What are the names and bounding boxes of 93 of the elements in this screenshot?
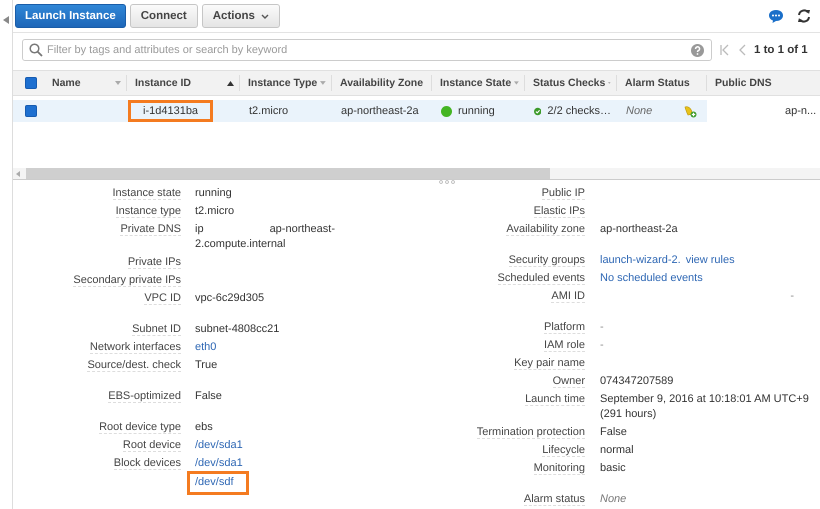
field-value[interactable]: /dev/sda1 bbox=[195, 456, 243, 470]
field-value: - bbox=[790, 288, 794, 304]
field-value: None bbox=[600, 492, 626, 506]
field-value: vpc-6c29d305 bbox=[195, 290, 264, 306]
toolbar-button[interactable]: Connect bbox=[130, 4, 198, 28]
field-label: Subnet ID bbox=[132, 322, 181, 336]
field-label: Instance type bbox=[116, 204, 181, 218]
table-cell: running bbox=[458, 105, 495, 117]
field-value: basic bbox=[600, 460, 626, 476]
column-header[interactable]: Instance State bbox=[440, 77, 512, 89]
field-value: running bbox=[195, 186, 232, 200]
field-value: False bbox=[600, 424, 627, 440]
refresh-icon[interactable] bbox=[796, 8, 812, 24]
field-label: Owner bbox=[552, 374, 585, 388]
field-label: Lifecycle bbox=[542, 444, 585, 456]
table-cell: i-1d4131ba bbox=[128, 100, 214, 122]
field-value: True bbox=[195, 358, 218, 372]
field-label: Source/dest. check bbox=[87, 358, 181, 372]
field-label: VPC ID bbox=[144, 292, 181, 304]
search-icon bbox=[29, 43, 43, 57]
column-header[interactable]: Status Checks bbox=[533, 77, 606, 89]
column-header[interactable]: Instance ID bbox=[135, 77, 192, 89]
field-label: Monitoring bbox=[534, 462, 585, 474]
field-label: Block devices bbox=[114, 456, 181, 470]
field-label: Scheduled events bbox=[498, 272, 585, 284]
table-cell: ap-n... bbox=[785, 105, 816, 117]
field-label: AMI ID bbox=[551, 290, 585, 302]
field-value: 2.compute.internal bbox=[195, 236, 286, 252]
field-value: False bbox=[195, 388, 222, 404]
table-cell: t2.micro bbox=[249, 105, 288, 117]
table-cell: None bbox=[626, 105, 652, 117]
field-value: - bbox=[600, 320, 604, 334]
field-value: t2.micro bbox=[195, 204, 234, 218]
pagination-text: 1 to 1 of 1 bbox=[754, 44, 808, 56]
field-value: - bbox=[600, 338, 604, 352]
help-icon[interactable] bbox=[691, 44, 704, 56]
horizontal-scrollbar[interactable] bbox=[13, 168, 820, 180]
sort-menu-icon[interactable] bbox=[514, 81, 519, 85]
field-label: Root device bbox=[122, 438, 181, 452]
field-value: (291 hours) bbox=[600, 406, 656, 422]
field-label: Platform bbox=[544, 320, 585, 334]
field-label: Availability zone bbox=[506, 222, 585, 236]
field-value: ap-northeast-2a bbox=[600, 222, 678, 236]
table-cell: ap-northeast-2a bbox=[341, 105, 419, 117]
chat-bubble-icon[interactable] bbox=[768, 8, 784, 24]
field-value[interactable]: No scheduled events bbox=[600, 270, 703, 286]
field-label: Network interfaces bbox=[90, 340, 181, 354]
column-header[interactable]: Instance Type bbox=[248, 77, 318, 89]
table-cell: 2/2 checks… bbox=[547, 105, 611, 117]
caret-icon bbox=[260, 14, 269, 18]
field-value[interactable]: /dev/sdf bbox=[187, 470, 249, 494]
field-label: EBS-optimized bbox=[108, 390, 181, 402]
collapse-icon[interactable] bbox=[3, 16, 9, 24]
field-label: Instance state bbox=[112, 186, 181, 200]
field-value: ebs bbox=[195, 420, 213, 434]
field-label: Private IPs bbox=[128, 256, 181, 268]
field-label: Security groups bbox=[508, 254, 585, 266]
column-header[interactable]: Availability Zone bbox=[340, 77, 424, 89]
field-value[interactable]: /dev/sda1 bbox=[195, 438, 243, 452]
column-header[interactable]: Public DNS bbox=[715, 77, 772, 89]
field-label: IAM role bbox=[544, 338, 585, 352]
field-label: Key pair name bbox=[514, 356, 585, 370]
toolbar-button[interactable]: Actions bbox=[202, 4, 280, 28]
field-value: ap-northeast- bbox=[270, 222, 335, 236]
field-value: subnet-4808cc21 bbox=[195, 322, 280, 336]
bell-plus-icon[interactable] bbox=[683, 104, 697, 118]
filter-input[interactable]: Filter by tags and attributes or search by keyword bbox=[47, 44, 687, 56]
field-value: normal bbox=[600, 442, 634, 458]
field-label: Elastic IPs bbox=[534, 204, 585, 218]
resize-handle-icon[interactable] bbox=[438, 180, 454, 184]
field-value[interactable]: launch-wizard-2. bbox=[600, 252, 681, 268]
column-header[interactable]: Name bbox=[52, 77, 81, 89]
column-header[interactable]: Alarm Status bbox=[625, 77, 690, 89]
field-value: September 9, 2016 at 10:18:01 AM UTC+9 bbox=[600, 392, 809, 406]
field-value: ip bbox=[195, 222, 204, 236]
sort-menu-icon[interactable] bbox=[320, 81, 326, 85]
field-label: Public IP bbox=[542, 186, 585, 200]
filter-field[interactable]: Filter by tags and attributes or search by keyword bbox=[22, 39, 712, 61]
field-label: Root device type bbox=[99, 420, 181, 434]
select-all-checkbox[interactable] bbox=[24, 77, 36, 89]
field-label: Termination protection bbox=[476, 426, 585, 438]
field-value: 074347207589 bbox=[600, 374, 674, 388]
scroll-left-icon[interactable] bbox=[16, 170, 20, 176]
sort-ascending-icon[interactable] bbox=[227, 80, 234, 86]
field-value[interactable]: view rules bbox=[686, 252, 735, 268]
field-label: Secondary private IPs bbox=[73, 274, 181, 286]
row-checkbox[interactable] bbox=[24, 105, 36, 117]
sort-menu-icon[interactable] bbox=[115, 81, 121, 85]
field-label: Launch time bbox=[525, 392, 585, 406]
field-value[interactable]: eth0 bbox=[195, 340, 216, 354]
field-label: Private DNS bbox=[120, 222, 181, 236]
field-label: Alarm status bbox=[524, 492, 585, 506]
toolbar-button[interactable]: Launch Instance bbox=[15, 4, 126, 28]
